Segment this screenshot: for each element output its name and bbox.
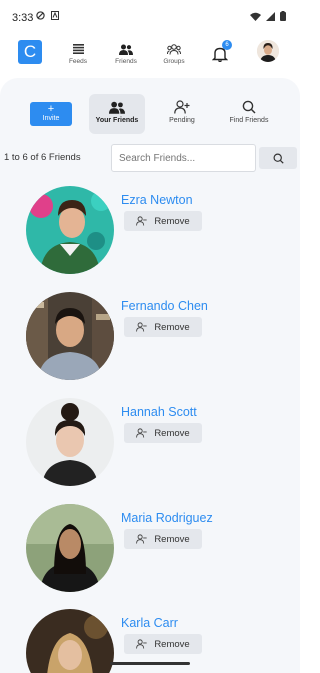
- list-item: Maria Rodriguez Remove: [0, 504, 300, 596]
- friends-count: 1 to 6 of 6 Friends: [4, 152, 81, 163]
- search-icon: [273, 153, 284, 164]
- list-item: Ezra Newton Remove: [0, 186, 300, 278]
- friend-name[interactable]: Fernando Chen: [121, 299, 208, 313]
- tab-your-friends[interactable]: Your Friends: [89, 94, 145, 134]
- friends-icon: [119, 44, 133, 55]
- friend-name[interactable]: Ezra Newton: [121, 193, 193, 207]
- search-icon: [242, 100, 256, 114]
- battery-icon: [280, 11, 286, 21]
- wifi-icon: [250, 12, 261, 21]
- app-logo[interactable]: C: [18, 40, 42, 64]
- remove-label: Remove: [154, 638, 190, 650]
- friend-photo-image: [26, 504, 114, 592]
- remove-label: Remove: [154, 321, 190, 333]
- tab-pending[interactable]: Pending: [156, 94, 208, 134]
- friend-photo-image: [26, 609, 114, 673]
- friend-photo-image: [26, 292, 114, 380]
- signal-icon: [266, 11, 275, 21]
- status-icons-right: [250, 11, 286, 21]
- status-icons-left: [36, 11, 59, 20]
- groups-icon: [167, 43, 181, 55]
- feeds-icon: [72, 44, 84, 54]
- dnd-icon: [36, 11, 45, 20]
- tab-label: Pending: [169, 117, 195, 124]
- friend-photo[interactable]: [26, 292, 114, 380]
- avatar-image: [257, 40, 279, 62]
- plus-icon: +: [47, 103, 55, 115]
- remove-user-icon: [136, 322, 147, 332]
- nav-item-label: Friends: [115, 58, 137, 65]
- remove-friend-button[interactable]: Remove: [124, 529, 202, 549]
- invite-label: Invite: [42, 115, 60, 122]
- remove-user-icon: [136, 534, 147, 544]
- nav-item-label: Groups: [163, 58, 185, 65]
- remove-friend-button[interactable]: Remove: [124, 317, 202, 337]
- invite-button[interactable]: + Invite: [30, 102, 72, 126]
- friends-tabs: + Invite Your Friends Pending Find Frien…: [0, 94, 300, 134]
- avatar[interactable]: [257, 40, 279, 62]
- remove-friend-button[interactable]: Remove: [124, 211, 202, 231]
- nav-item-feeds[interactable]: Feeds: [58, 42, 98, 65]
- app-notification-icon: [51, 11, 59, 20]
- remove-user-icon: [136, 428, 147, 438]
- search-friends-input[interactable]: [111, 144, 256, 172]
- search-button[interactable]: [259, 147, 297, 169]
- nav-item-friends[interactable]: Friends: [106, 42, 146, 65]
- top-navigation: C Feeds Friends Groups 6: [0, 34, 300, 74]
- friend-name[interactable]: Maria Rodriguez: [121, 511, 213, 525]
- tab-label: Find Friends: [229, 117, 269, 124]
- remove-label: Remove: [154, 427, 190, 439]
- notifications-button[interactable]: 6: [212, 40, 234, 64]
- remove-label: Remove: [154, 533, 190, 545]
- friend-name[interactable]: Karla Carr: [121, 616, 178, 630]
- tab-find-friends[interactable]: Find Friends: [222, 94, 276, 134]
- notification-badge: 6: [222, 40, 232, 50]
- list-item: Hannah Scott Remove: [0, 398, 300, 490]
- remove-user-icon: [136, 639, 147, 649]
- home-indicator[interactable]: [110, 662, 190, 665]
- friends-icon: [109, 101, 125, 114]
- friends-panel: + Invite Your Friends Pending Find Frien…: [0, 78, 300, 673]
- friend-photo[interactable]: [26, 609, 114, 673]
- friend-photo[interactable]: [26, 186, 114, 274]
- tab-label: Your Friends: [95, 117, 139, 124]
- friend-photo[interactable]: [26, 504, 114, 592]
- nav-item-label: Feeds: [68, 58, 88, 65]
- status-time: 3:33: [12, 12, 34, 24]
- remove-friend-button[interactable]: Remove: [124, 634, 202, 654]
- list-item: Fernando Chen Remove: [0, 292, 300, 384]
- remove-label: Remove: [154, 215, 190, 227]
- add-user-icon: [174, 100, 190, 114]
- nav-item-groups[interactable]: Groups: [154, 42, 194, 65]
- friend-photo-image: [26, 186, 114, 274]
- friend-name[interactable]: Hannah Scott: [121, 405, 197, 419]
- remove-user-icon: [136, 216, 147, 226]
- status-bar: 3:33: [0, 0, 300, 34]
- friend-photo[interactable]: [26, 398, 114, 486]
- remove-friend-button[interactable]: Remove: [124, 423, 202, 443]
- friend-photo-image: [26, 398, 114, 486]
